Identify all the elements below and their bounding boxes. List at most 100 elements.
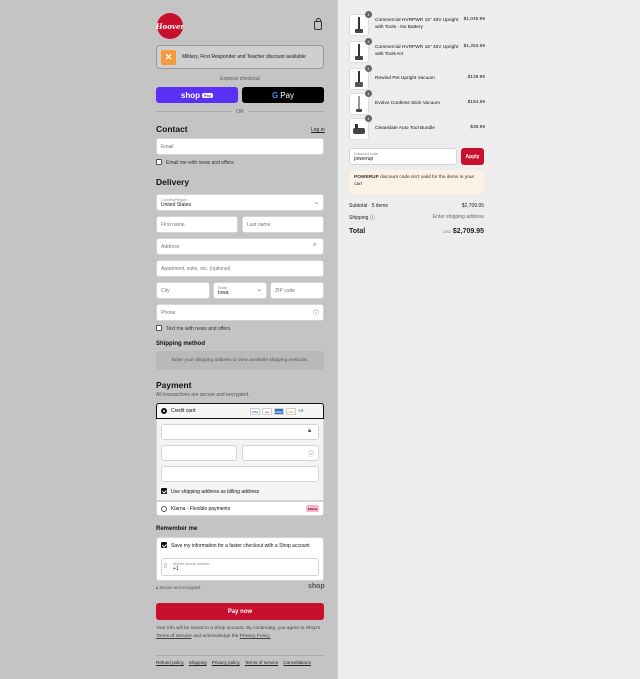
help-circle-icon[interactable]: ⓘ [313, 308, 319, 317]
refund-policy-link[interactable]: Refund policy [156, 660, 184, 665]
search-icon: ⌕ [313, 242, 317, 248]
delivery-heading: Delivery [156, 177, 190, 187]
shipping-row: Shipping ⓘ Enter shipping address [349, 214, 484, 221]
country-select[interactable]: Country/Region United States [156, 194, 324, 211]
id-verify-icon: ✕ [161, 49, 176, 65]
billing-address-checkbox[interactable] [161, 488, 167, 494]
upright-vacuum-icon [355, 44, 363, 60]
klarna-label: Klarna - Flexible payments [171, 506, 231, 512]
shipping-help-icon[interactable]: ⓘ [370, 215, 375, 221]
shop-logo: shop [308, 583, 325, 590]
policy-footer: Refund policy Shipping Privacy policy Te… [156, 655, 324, 665]
phone-field[interactable]: Phone [156, 304, 324, 321]
express-checkout-label: Express checkout [220, 76, 260, 82]
apply-discount-button[interactable]: Apply [461, 148, 484, 165]
cart-item: 1 Commercial HVRPWR 15" 40V Upright with… [349, 38, 485, 63]
product-price: $1,284.99 [463, 44, 485, 49]
email-news-checkbox[interactable] [156, 159, 162, 165]
shop-terms-text: Your info will be saved to a Shop accoun… [156, 626, 321, 639]
mobile-phone-field[interactable]: Mobile phone number +1 [161, 558, 319, 576]
mobile-phone-icon: ▯ [164, 563, 167, 569]
product-price: $194.99 [467, 100, 485, 105]
email-field[interactable]: Email [156, 138, 324, 155]
product-name: Commercial HVRPWR 15" 40V Upright with T… [375, 18, 459, 30]
quantity-badge: 1 [365, 65, 372, 72]
shopping-bag-icon[interactable] [314, 18, 322, 30]
save-info-checkbox[interactable] [161, 542, 167, 548]
address-field[interactable]: Address [156, 238, 324, 255]
shop-pay-button[interactable]: shop Pay [156, 87, 238, 103]
lock-icon: 🔒︎ [308, 428, 312, 434]
billing-address-label: Use shipping address as billing address [171, 489, 260, 495]
card-brands: VISA ●● AMEX DISC +4 [250, 408, 303, 415]
or-divider: OR [156, 108, 324, 115]
shipping-method-heading: Shipping method [156, 341, 205, 347]
mastercard-icon: ●● [262, 408, 272, 415]
upright-vacuum-icon [355, 71, 363, 87]
more-cards-count: +4 [298, 408, 304, 413]
upright-vacuum-icon [355, 17, 363, 33]
secure-encrypted-text: 🔒︎ Secure and encrypted [156, 585, 201, 590]
product-name: Rewind Pet Upright Vacuum [375, 76, 435, 81]
zip-field[interactable]: ZIP code [270, 282, 324, 299]
city-field[interactable]: City [156, 282, 210, 299]
quantity-badge: 1 [365, 11, 372, 18]
security-help-icon[interactable]: ⓘ [308, 449, 314, 458]
login-link[interactable]: Log in [311, 127, 325, 133]
pay-now-button[interactable]: Pay now [156, 603, 324, 620]
product-name: Cleanslate Auto Tool Bundle [375, 126, 435, 131]
privacy-policy-footer-link[interactable]: Privacy policy [212, 660, 240, 665]
quantity-badge: 1 [365, 90, 372, 97]
subtotal-row: Subtotal · 5 items $2,709.95 [349, 203, 484, 209]
total-row: Total USD $2,709.95 [349, 228, 484, 235]
card-number-field[interactable] [161, 424, 319, 440]
email-news-label: Email me with news and offers [166, 160, 234, 166]
stick-vacuum-icon [356, 96, 362, 112]
save-info-label: Save my information for a faster checkou… [171, 543, 310, 549]
shipping-policy-link[interactable]: Shipping [189, 660, 207, 665]
state-chevron-down-icon: ⌄ [257, 287, 263, 293]
product-name: Evolve Cordless Stick Vacuum [375, 101, 440, 106]
credit-card-radio[interactable] [161, 408, 167, 414]
military-discount-banner[interactable]: ✕ Military, First Responder and Teacher … [156, 45, 324, 69]
chevron-down-icon: ⌄ [314, 200, 320, 206]
payment-subtext: All transactions are secure and encrypte… [156, 392, 250, 398]
text-news-label: Text me with news and offers [166, 326, 231, 332]
shipping-method-notice: Enter your shipping address to view avai… [156, 351, 324, 370]
name-on-card-field[interactable] [161, 466, 319, 482]
payment-heading: Payment [156, 380, 192, 390]
quantity-badge: 1 [365, 115, 372, 122]
discount-code-field[interactable]: Discount code powerup [349, 148, 457, 165]
quantity-badge: 1 [365, 38, 372, 45]
cart-item: 1 Evolve Cordless Stick Vacuum $194.99 [349, 90, 485, 115]
terms-of-service-footer-link[interactable]: Terms of service [245, 660, 278, 665]
text-news-checkbox[interactable] [156, 325, 162, 331]
discover-icon: DISC [286, 408, 296, 415]
cart-item: 1 Cleanslate Auto Tool Bundle $39.99 [349, 115, 485, 140]
brand-logo[interactable]: Hoover [156, 13, 184, 39]
apartment-field[interactable]: Apartment, suite, etc. (optional) [156, 260, 324, 277]
privacy-policy-link[interactable]: Privacy Policy. [240, 634, 271, 639]
credit-card-label: Credit card [171, 408, 196, 414]
expiration-date-field[interactable] [161, 445, 237, 461]
product-price: $139.99 [467, 75, 485, 80]
cancellations-link[interactable]: Cancellations [283, 660, 311, 665]
klarna-radio[interactable] [161, 506, 167, 512]
cart-item: 1 Rewind Pet Upright Vacuum $139.99 [349, 65, 485, 90]
remember-me-heading: Remember me [156, 526, 198, 532]
google-g-icon: G [271, 90, 279, 100]
contact-heading: Contact [156, 124, 188, 134]
first-name-field[interactable]: First name [156, 216, 238, 233]
product-name: Commercial HVRPWR 15" 40V Upright with T… [375, 45, 459, 57]
amex-icon: AMEX [274, 408, 284, 415]
discount-error-message: POWERUP discount code isn't valid for th… [349, 170, 484, 194]
last-name-field[interactable]: Last name [242, 216, 324, 233]
product-price: $1,049.99 [463, 17, 485, 22]
google-pay-button[interactable]: G Pay [242, 87, 324, 103]
tool-bundle-icon [353, 124, 365, 134]
cart-item: 1 Commercial HVRPWR 15" 40V Upright with… [349, 11, 485, 36]
terms-of-service-link[interactable]: Terms of Service [156, 634, 192, 639]
visa-icon: VISA [250, 408, 260, 415]
product-price: $39.99 [470, 125, 485, 130]
klarna-badge-icon: Klarna [306, 505, 319, 512]
